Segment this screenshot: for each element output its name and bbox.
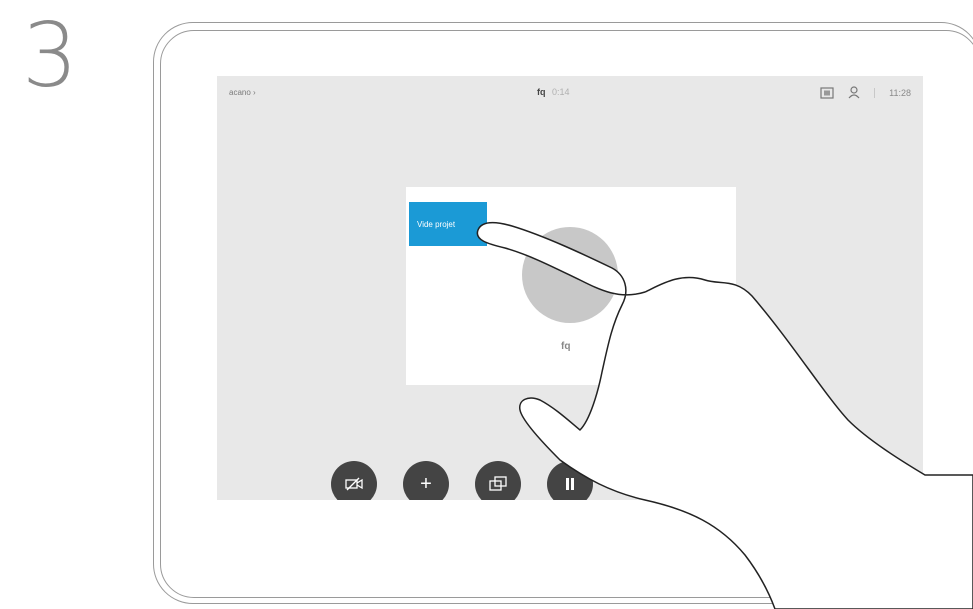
hand-pointer-illustration <box>476 222 973 609</box>
